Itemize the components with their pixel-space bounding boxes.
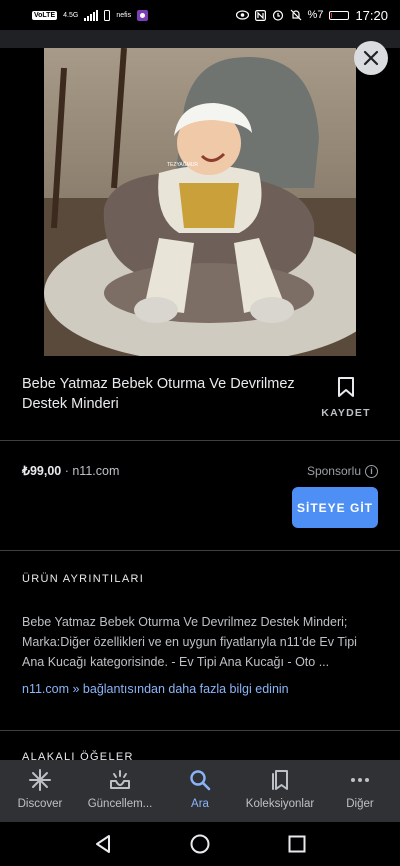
- signal-icon: [84, 9, 99, 21]
- price: ₺99,00: [22, 464, 62, 478]
- status-right: %7 17:20: [235, 7, 388, 23]
- nav-label: Ara: [191, 798, 209, 810]
- save-label: KAYDET: [321, 407, 371, 419]
- clock: 17:20: [355, 7, 388, 23]
- price-line: ₺99,00 · n11.com: [22, 463, 119, 478]
- sponsored-label[interactable]: Sponsorlu i: [307, 464, 378, 478]
- alarm-icon: [272, 10, 283, 21]
- divider: [0, 730, 400, 731]
- more-info-link[interactable]: n11.com » bağlantısından daha fazla bilg…: [22, 682, 289, 696]
- status-bar: VoLTE 4.5G nefis %7 17:20: [0, 0, 400, 30]
- product-title: Bebe Yatmaz Bebek Oturma Ve Devrilmez De…: [22, 376, 295, 412]
- battery-percent: %7: [307, 9, 324, 21]
- collections-icon: [272, 770, 288, 790]
- nav-label: Diğer: [346, 798, 374, 810]
- info-icon: i: [365, 464, 378, 478]
- mute-icon: [290, 9, 301, 21]
- close-button[interactable]: [354, 41, 388, 75]
- app-notification-icon: [137, 9, 149, 21]
- system-nav-bar: [0, 822, 400, 866]
- recents-icon[interactable]: [288, 835, 306, 853]
- back-icon[interactable]: [94, 834, 112, 854]
- status-left: VoLTE 4.5G nefis: [32, 9, 149, 21]
- updates-icon: [110, 770, 130, 789]
- image-watermark: TEZYAĞMUR: [167, 161, 198, 168]
- home-icon[interactable]: [190, 834, 210, 854]
- divider: [0, 440, 400, 441]
- eye-icon: [235, 10, 249, 20]
- nav-collections[interactable]: Koleksiyonlar: [240, 768, 320, 810]
- nav-label: Koleksiyonlar: [245, 798, 315, 810]
- nav-label: Discover: [17, 798, 63, 810]
- product-image[interactable]: TEZYAĞMUR: [44, 48, 356, 356]
- visit-site-button[interactable]: SİTEYE GİT: [292, 487, 378, 528]
- more-icon: [351, 778, 369, 782]
- asterisk-icon: [29, 769, 51, 791]
- phone-icon: [104, 9, 111, 21]
- nav-updates[interactable]: Güncellem...: [80, 768, 160, 810]
- save-button[interactable]: KAYDET: [318, 376, 374, 419]
- header-strip: [0, 30, 400, 48]
- nav-search[interactable]: Ara: [160, 768, 240, 810]
- nfc-icon: [254, 9, 266, 21]
- product-description: Bebe Yatmaz Bebek Oturma Ve Devrilmez De…: [22, 615, 357, 669]
- product-photo-illustration: TEZYAĞMUR: [44, 48, 356, 356]
- price-separator: ·: [61, 464, 73, 478]
- store-name: n11.com: [72, 464, 120, 478]
- volte-badge: VoLTE: [32, 10, 58, 20]
- network-type: 4.5G: [63, 11, 79, 19]
- nav-more[interactable]: Diğer: [320, 768, 400, 810]
- nav-discover[interactable]: Discover: [0, 768, 80, 810]
- close-icon: [363, 50, 379, 66]
- search-icon: [190, 770, 211, 791]
- nav-label: Güncellem...: [87, 798, 153, 810]
- bottom-nav: Discover Güncellem... Ara Koleksiyonlar …: [0, 760, 400, 822]
- battery-icon: [329, 10, 350, 20]
- divider: [0, 550, 400, 551]
- bookmark-icon: [338, 377, 354, 397]
- app-notification-text: nefis: [116, 11, 132, 19]
- sponsored-text: Sponsorlu: [306, 464, 361, 478]
- details-heading: ÜRÜN AYRINTILARI: [22, 573, 145, 585]
